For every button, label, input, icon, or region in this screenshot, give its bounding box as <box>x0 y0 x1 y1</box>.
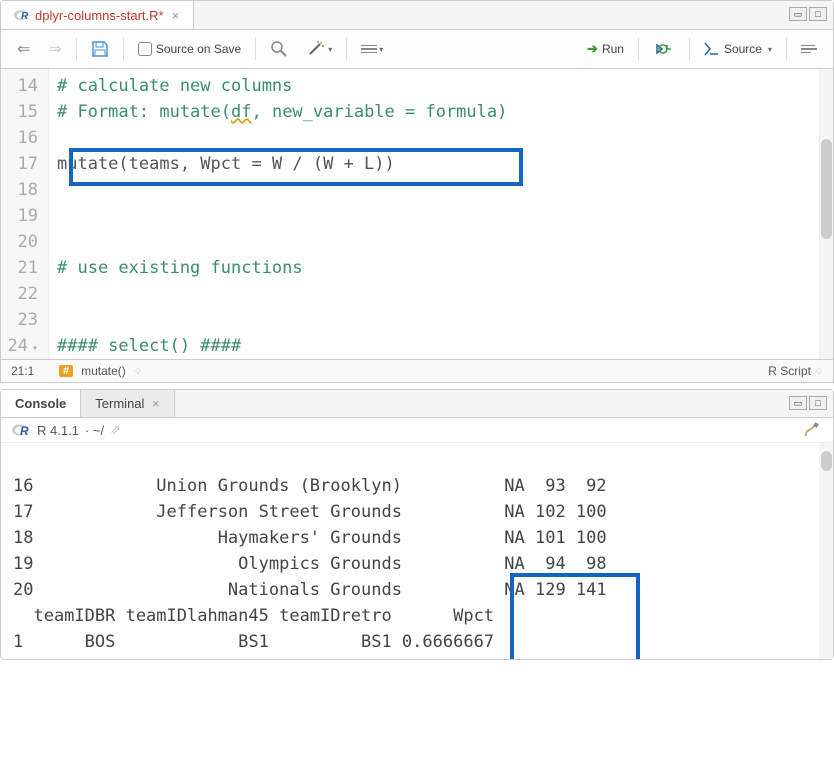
vertical-scrollbar[interactable] <box>819 69 833 359</box>
vertical-scrollbar[interactable] <box>819 443 833 659</box>
console-line: 19 Olympics Grounds NA 94 98 <box>13 554 607 574</box>
code-content <box>57 229 825 255</box>
file-tab[interactable]: R dplyr-columns-start.R* × <box>1 1 194 29</box>
line-number: 21 <box>7 255 38 281</box>
r-logo-icon: R <box>11 422 31 438</box>
console-output[interactable]: 16 Union Grounds (Brooklyn) NA 93 92 17 … <box>1 443 833 659</box>
minimize-icon[interactable]: ▭ <box>789 7 807 21</box>
code-content: #### select() #### <box>57 336 241 356</box>
console-line: 18 Haymakers' Grounds NA 101 100 <box>13 528 607 548</box>
line-number: 18 <box>7 177 38 203</box>
line-number: 20 <box>7 229 38 255</box>
wand-button[interactable]: ▾ <box>300 37 338 61</box>
line-number: 24 ▾ <box>7 333 38 359</box>
scrollbar-thumb[interactable] <box>821 139 832 239</box>
svg-text:R: R <box>21 11 29 22</box>
tab-terminal[interactable]: Terminal × <box>81 390 174 417</box>
current-function[interactable]: mutate() <box>81 364 126 378</box>
code-content: # calculate new columns <box>57 76 292 96</box>
console-line: 17 Jefferson Street Grounds NA 102 100 <box>13 502 607 522</box>
line-number: 17 <box>7 151 38 177</box>
working-directory[interactable]: · ~/ <box>85 423 104 438</box>
nav-back-button[interactable]: ⇐ <box>11 36 36 62</box>
close-tab-icon[interactable]: × <box>170 8 182 23</box>
code-content <box>57 281 825 307</box>
sort-icon[interactable]: ♢ <box>134 366 142 377</box>
run-button[interactable]: ➔ Run <box>581 38 630 60</box>
clear-console-icon[interactable] <box>803 422 823 438</box>
code-area[interactable]: # calculate new columns # Format: mutate… <box>49 69 833 359</box>
maximize-icon[interactable]: □ <box>809 396 827 410</box>
tab-console[interactable]: Console <box>1 390 81 417</box>
console-panel: Console Terminal × ▭ □ R R 4.1.1 · ~/ ⇗ … <box>0 389 834 660</box>
rerun-button[interactable] <box>647 38 681 60</box>
r-file-icon: R <box>13 7 29 23</box>
line-number: 15 <box>7 99 38 125</box>
console-path-bar: R R 4.1.1 · ~/ ⇗ <box>1 418 833 443</box>
code-content: # use existing functions <box>57 258 303 278</box>
line-number: 14 <box>7 73 38 99</box>
close-tab-icon[interactable]: × <box>148 396 159 411</box>
save-button[interactable] <box>85 37 115 61</box>
source-on-save-toggle[interactable]: Source on Save <box>132 38 247 60</box>
code-content <box>57 307 825 333</box>
console-line: teamIDBR teamIDlahman45 teamIDretro Wpct <box>13 606 494 626</box>
language-indicator[interactable]: R Script <box>768 364 811 378</box>
source-button[interactable]: Source ▾ <box>698 38 778 60</box>
code-content <box>57 177 825 203</box>
r-version: R 4.1.1 <box>37 423 79 438</box>
code-content: mutate(teams, Wpct = W / (W + L)) <box>57 154 395 174</box>
console-line: 16 Union Grounds (Brooklyn) NA 93 92 <box>13 476 607 496</box>
editor-status-bar: 21:1 # mutate() ♢ R Script ♢ <box>1 359 833 382</box>
minimize-icon[interactable]: ▭ <box>789 396 807 410</box>
code-content <box>57 203 825 229</box>
editor-panel: R dplyr-columns-start.R* × ▭ □ ⇐ ⇒ Sourc… <box>0 0 834 383</box>
line-number: 22 <box>7 281 38 307</box>
scrollbar-thumb[interactable] <box>821 451 832 471</box>
sort-icon[interactable]: ♢ <box>815 366 823 377</box>
file-tab-bar: R dplyr-columns-start.R* × ▭ □ <box>1 1 833 30</box>
code-content: # Format: mutate(df, new_variable = form… <box>57 102 507 122</box>
find-button[interactable] <box>264 37 294 61</box>
window-controls: ▭ □ <box>789 7 827 21</box>
popout-icon[interactable]: ⇗ <box>110 422 121 438</box>
line-number: 23 <box>7 307 38 333</box>
file-tab-name: dplyr-columns-start.R* <box>35 8 164 23</box>
console-line: 20 Nationals Grounds NA 129 141 <box>13 580 607 600</box>
editor-toolbar: ⇐ ⇒ Source on Save ▾ ▾ ➔ Run <box>1 30 833 69</box>
svg-text:R: R <box>20 424 29 438</box>
console-line: 2 CHI CH1 CH1 0.6785714 <box>13 658 494 659</box>
line-number: 16 <box>7 125 38 151</box>
outline-button[interactable]: ▾ <box>355 38 389 60</box>
maximize-icon[interactable]: □ <box>809 7 827 21</box>
window-controls: ▭ □ <box>789 396 827 410</box>
outline-toggle-button[interactable] <box>795 38 823 60</box>
function-badge-icon: # <box>59 365 73 377</box>
console-line: 1 BOS BS1 BS1 0.6666667 <box>13 632 494 652</box>
code-editor[interactable]: 14 15 16 17 18 19 20 21 22 23 24 ▾ # cal… <box>1 69 833 359</box>
console-tab-bar: Console Terminal × ▭ □ <box>1 390 833 418</box>
line-gutter: 14 15 16 17 18 19 20 21 22 23 24 ▾ <box>1 69 49 359</box>
nav-forward-button[interactable]: ⇒ <box>42 36 67 62</box>
line-number: 19 <box>7 203 38 229</box>
code-content <box>57 125 825 151</box>
cursor-position: 21:1 <box>11 364 51 378</box>
